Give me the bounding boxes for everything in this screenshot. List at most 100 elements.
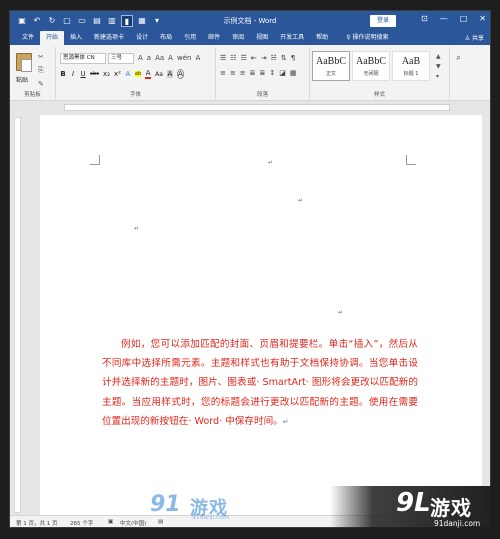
line-spacing-icon[interactable]: ↕ [269, 69, 275, 77]
align-left-icon[interactable]: ≡ [220, 69, 226, 77]
format-painter-icon[interactable]: ✎ [38, 80, 44, 88]
style-normal-sample: AaBbC [316, 56, 346, 67]
chevron-up-icon[interactable]: ▲ [436, 53, 441, 60]
ribbon-options-icon[interactable]: ⊡ [421, 14, 428, 23]
align-right-icon[interactable]: ≡ [240, 69, 246, 77]
tab-view[interactable]: 视图 [250, 31, 274, 45]
decrease-indent-icon[interactable]: ⇤ [251, 54, 257, 62]
bold-button[interactable]: B [60, 70, 66, 78]
paragraph-group: ☰ ☷ ☲ ⇤ ⇥ ☵ ⇅ ¶ ≡ ≡ ≡ ≣ ≣ ↕ ◪ ▦ 段落 [216, 47, 310, 99]
clipboard-group-label: 剪贴板 [24, 92, 41, 98]
italic-button[interactable]: I [70, 70, 76, 78]
font-name-select[interactable]: 思源黑体 CN [60, 53, 106, 64]
subscript-button[interactable]: x₂ [103, 70, 110, 78]
strikethrough-button[interactable]: abc [90, 71, 99, 77]
tab-insert[interactable]: 插入 [64, 31, 88, 45]
chevron-down-icon[interactable]: ▼ [436, 63, 441, 70]
title-bar: ▣ ↶ ↻ ▢ ▭ ▤ ▥ ▮ ▦ ▾ 示例文档 - Word 登录 ⊡ — □… [10, 11, 490, 31]
body-paragraph-text: 例如，您可以添加匹配的封面、页眉和提要栏。单击“插入”，然后从不同库中选择所需元… [102, 339, 418, 427]
shrink-font-icon[interactable]: a [147, 54, 151, 62]
watermark-right-logo: 9L [396, 488, 431, 518]
tell-me-label: 操作说明搜索 [352, 34, 389, 41]
clipboard-group: 粘贴 ✂ ⎘ ✎ 剪贴板 [10, 47, 56, 99]
tab-developer[interactable]: 开发工具 [274, 31, 310, 45]
font-color-button[interactable]: A [145, 69, 152, 79]
share-button[interactable]: ♙ 共享 [465, 33, 484, 42]
tab-mailings[interactable]: 邮件 [202, 31, 226, 45]
chinese-layout-icon[interactable]: ☵ [271, 54, 277, 62]
paragraph-mark: ↵ [298, 197, 304, 204]
body-paragraph[interactable]: 例如，您可以添加匹配的封面、页眉和提要栏。单击“插入”，然后从不同库中选择所需元… [102, 335, 418, 432]
clear-format-icon[interactable]: A [168, 54, 173, 62]
char-border-icon[interactable]: A [195, 54, 200, 62]
horizontal-ruler [10, 101, 490, 113]
more-styles-icon[interactable]: ▾ [436, 73, 441, 80]
style-no-spacing-name: 无间隔 [363, 71, 379, 77]
numbering-icon[interactable]: ☷ [230, 54, 236, 62]
justify-icon[interactable]: ≣ [250, 69, 256, 77]
enclose-char-button[interactable]: A [176, 69, 184, 79]
increase-indent-icon[interactable]: ⇥ [261, 54, 267, 62]
borders-icon[interactable]: ▦ [290, 69, 297, 77]
language[interactable]: 中文(中国) [120, 519, 146, 527]
editing-group: ⌕ [450, 47, 490, 99]
watermark-right-url: 91danji.com [434, 519, 481, 528]
paragraph-mark: ↵ [268, 159, 274, 166]
paste-label: 粘贴 [16, 77, 29, 84]
login-button[interactable]: 登录 [370, 15, 396, 27]
text-effects-button[interactable]: A [125, 70, 131, 78]
vertical-ruler [14, 117, 21, 513]
shading-icon[interactable]: ◪ [279, 69, 286, 77]
tab-home[interactable]: 开始 [40, 31, 65, 45]
style-normal[interactable]: AaBbC 正文 [312, 51, 350, 81]
highlight-button[interactable]: ab [134, 71, 142, 77]
close-button[interactable]: ✕ [479, 14, 486, 23]
char-shading-button[interactable]: A [166, 70, 173, 78]
tab-help[interactable]: 帮助 [310, 31, 334, 45]
style-heading-1-name: 标题 1 [403, 71, 419, 77]
tab-references[interactable]: 引用 [178, 31, 202, 45]
document-page[interactable]: ↵ ↵ ↵ ↵ 例如，您可以添加匹配的封面、页眉和提要栏。单击“插入”，然后从不… [40, 115, 482, 515]
watermark-left: 91 游戏 91danji.com [150, 490, 246, 524]
tab-new-tab[interactable]: 新建选项卡 [88, 31, 130, 45]
tab-layout[interactable]: 布局 [154, 31, 178, 45]
change-case-button[interactable]: Aa [155, 71, 163, 78]
minimize-button[interactable]: — [440, 14, 448, 23]
styles-scroll: ▲ ▼ ▾ [436, 53, 441, 80]
tell-me-search[interactable]: ♀ 操作说明搜索 [340, 31, 394, 45]
page-count[interactable]: 第 1 页，共 1 页 [16, 519, 58, 527]
share-label: 共享 [471, 35, 484, 42]
paragraph-return-mark: ↵ [282, 417, 289, 426]
bullets-icon[interactable]: ☰ [220, 54, 226, 62]
ruler-bar [64, 104, 450, 111]
styles-group-label: 样式 [373, 92, 385, 98]
tab-review[interactable]: 审阅 [226, 31, 250, 45]
multilevel-icon[interactable]: ☲ [241, 54, 247, 62]
tab-design[interactable]: 设计 [130, 31, 154, 45]
grow-font-icon[interactable]: A [138, 54, 143, 62]
maximize-button[interactable]: □ [460, 14, 468, 23]
cut-icon[interactable]: ✂ [38, 53, 44, 61]
word-window: ▣ ↶ ↻ ▢ ▭ ▤ ▥ ▮ ▦ ▾ 示例文档 - Word 登录 ⊡ — □… [9, 10, 491, 528]
change-case-icon[interactable]: Aa [155, 54, 164, 62]
sort-icon[interactable]: ⇅ [281, 54, 287, 62]
underline-button[interactable]: U [80, 70, 86, 78]
font-size-select[interactable]: 三号 [108, 53, 134, 64]
style-no-spacing[interactable]: AaBbC 无间隔 [352, 51, 390, 81]
paste-icon[interactable] [16, 53, 32, 72]
styles-group: AaBbC 正文 AaBbC 无间隔 AaB 标题 1 ▲ ▼ ▾ 样式 [310, 47, 450, 99]
distributed-icon[interactable]: ≣ [260, 69, 266, 77]
font-group: 思源黑体 CN 三号 A a Aa A wén A B I U abc x₂ x… [56, 47, 216, 99]
search-icon[interactable]: ⌕ [456, 53, 461, 63]
copy-icon[interactable]: ⎘ [38, 66, 44, 75]
tab-file[interactable]: 文件 [16, 31, 40, 45]
phonetic-guide-icon[interactable]: wén [177, 54, 191, 62]
proofing-icon[interactable]: ▣ [108, 519, 113, 525]
style-heading-1[interactable]: AaB 标题 1 [392, 51, 430, 81]
lightbulb-icon: ♀ [346, 34, 351, 41]
document-area: ↵ ↵ ↵ ↵ 例如，您可以添加匹配的封面、页眉和提要栏。单击“插入”，然后从不… [10, 113, 490, 515]
show-marks-icon[interactable]: ¶ [291, 54, 295, 62]
superscript-button[interactable]: x² [114, 70, 121, 78]
align-center-icon[interactable]: ≡ [230, 69, 236, 77]
word-count[interactable]: 265 个字 [70, 519, 93, 527]
